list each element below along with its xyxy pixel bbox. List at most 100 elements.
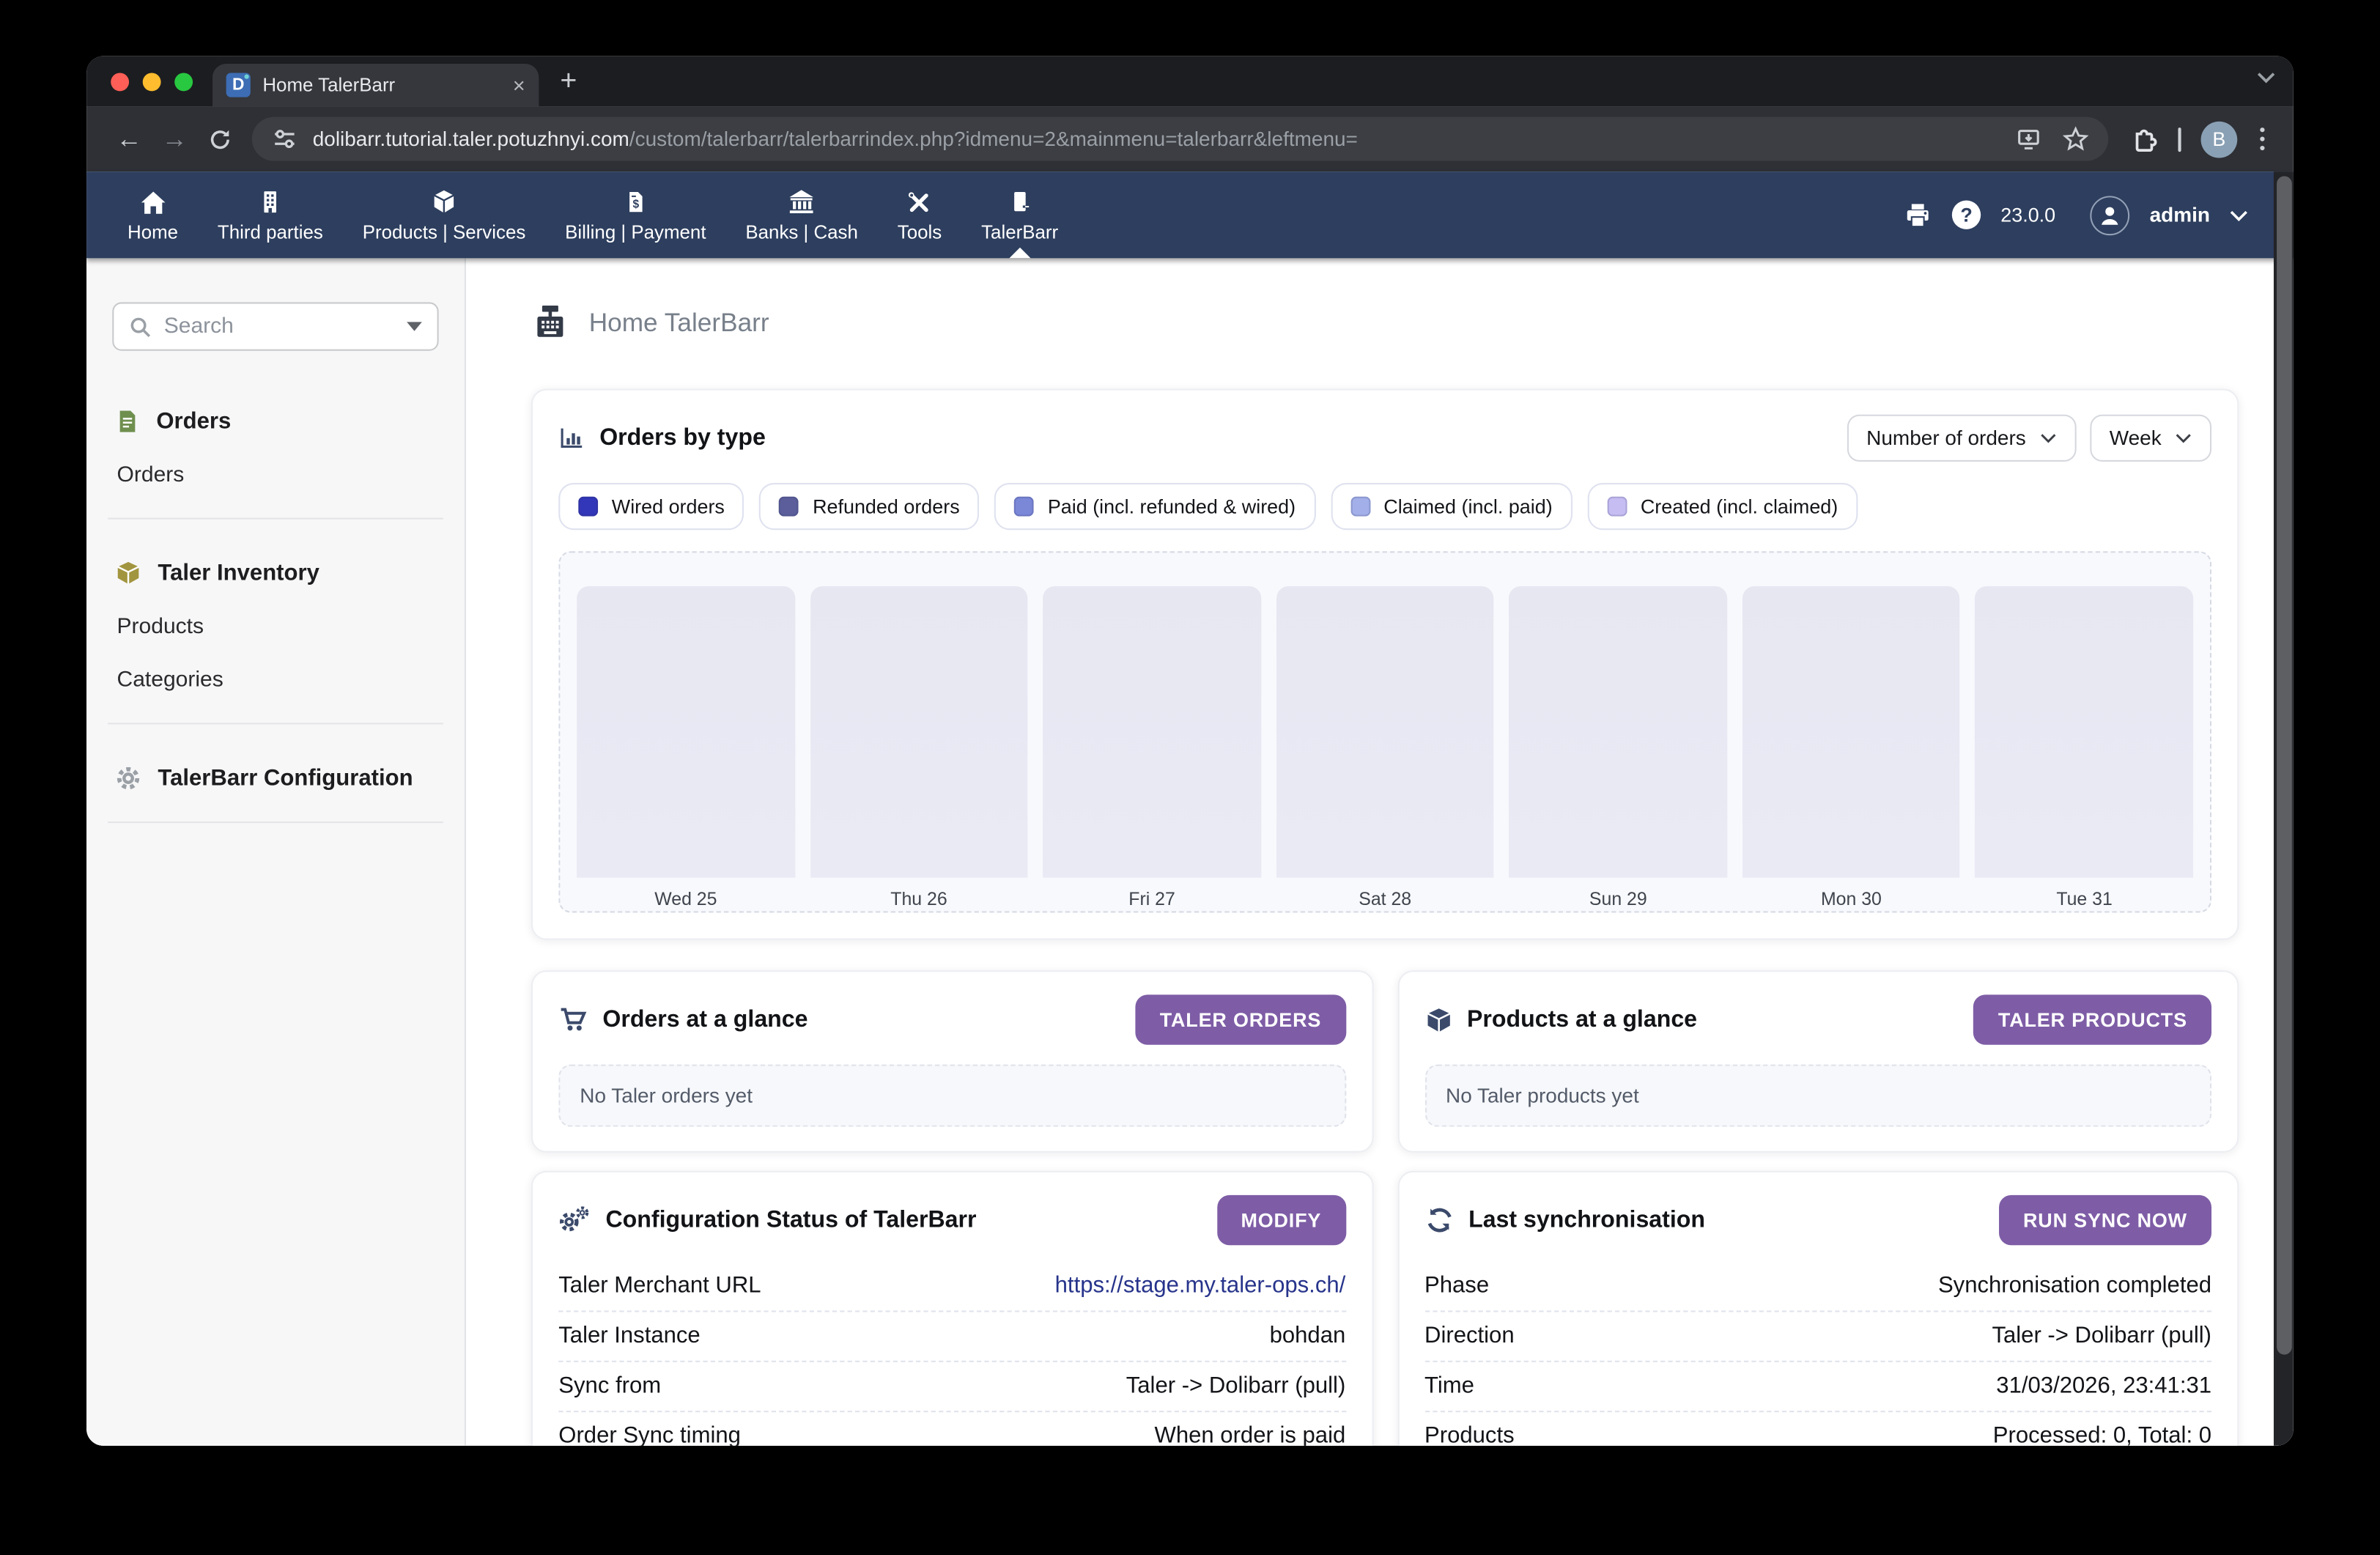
nav-item-home[interactable]: Home xyxy=(108,171,198,258)
legend-item-created[interactable]: Created (incl. claimed) xyxy=(1587,483,1858,530)
config-row-value: bohdan xyxy=(1270,1323,1346,1348)
legend-item-claimed[interactable]: Claimed (incl. paid) xyxy=(1331,483,1572,530)
tab-strip: D Home TalerBarr × + xyxy=(86,56,2294,106)
user-menu-chevron-icon[interactable] xyxy=(2230,209,2248,221)
sidebar-search[interactable] xyxy=(112,302,438,350)
install-app-icon[interactable] xyxy=(2016,126,2041,152)
nav-item-label: Tools xyxy=(898,222,942,243)
menu-kebab-icon[interactable] xyxy=(2257,125,2267,153)
metric-select-value: Number of orders xyxy=(1866,426,2026,449)
chart-category-label: Thu 26 xyxy=(810,878,1027,910)
orders-glance-card: Orders at a glance TALER ORDERS No Taler… xyxy=(531,970,1373,1153)
address-bar[interactable]: dolibarr.tutorial.taler.potuzhnyi.com/cu… xyxy=(252,117,2108,161)
app-top-menu: Home Third parties Products | Services $… xyxy=(86,171,2294,258)
minimize-window-button[interactable] xyxy=(143,73,161,91)
back-icon[interactable]: ← xyxy=(106,117,152,162)
url-text[interactable]: dolibarr.tutorial.taler.potuzhnyi.com/cu… xyxy=(313,128,2000,150)
nav-item-banks-cash[interactable]: Banks | Cash xyxy=(725,171,877,258)
config-row-label: Sync from xyxy=(558,1373,661,1398)
legend-item-paid[interactable]: Paid (incl. refunded & wired) xyxy=(994,483,1315,530)
chart-category-label: Sun 29 xyxy=(1509,878,1727,910)
nav-item-tools[interactable]: Tools xyxy=(878,171,961,258)
run-sync-now-button[interactable]: RUN SYNC NOW xyxy=(1999,1195,2211,1245)
document-icon xyxy=(115,408,139,434)
chart-column xyxy=(1976,586,2193,878)
taler-orders-button[interactable]: TALER ORDERS xyxy=(1136,994,1346,1044)
period-select-value: Week xyxy=(2110,426,2162,449)
nav-item-label: TalerBarr xyxy=(981,222,1058,243)
legend-label: Claimed (incl. paid) xyxy=(1383,495,1552,518)
help-icon[interactable]: ? xyxy=(1952,201,1981,229)
browser-tab[interactable]: D Home TalerBarr × xyxy=(212,64,539,106)
orders-by-type-card: Orders by type Number of orders Week xyxy=(531,389,2239,940)
sidebar-item-products[interactable]: Products xyxy=(117,615,438,639)
sync-row-label: Phase xyxy=(1424,1273,1489,1299)
chart-card-title: Orders by type xyxy=(599,424,766,451)
sidebar-section-taler-inventory[interactable]: Taler Inventory xyxy=(115,561,438,586)
talerbarr-icon xyxy=(1008,187,1031,215)
sync-row: ProductsProcessed: 0, Total: 0 xyxy=(1424,1412,2211,1446)
sidebar-section-title: Orders xyxy=(156,408,231,434)
user-avatar-icon[interactable] xyxy=(2091,195,2130,234)
reload-icon[interactable] xyxy=(197,117,243,162)
home-icon xyxy=(139,187,166,215)
sync-row: Direction Taler -> Dolibarr (pull) xyxy=(1424,1312,2211,1362)
site-info-icon[interactable] xyxy=(272,126,298,152)
page-scrollbar[interactable] xyxy=(2274,171,2294,1446)
extensions-puzzle-icon[interactable] xyxy=(2129,125,2158,153)
nav-item-label: Banks | Cash xyxy=(745,222,858,243)
print-icon[interactable] xyxy=(1904,202,1932,229)
orders-empty-state: No Taler orders yet xyxy=(558,1065,1345,1127)
scrollbar-thumb[interactable] xyxy=(2276,176,2291,1354)
main-content: Home TalerBarr Orders by type Number of … xyxy=(466,258,2294,1446)
chart-column xyxy=(1276,586,1493,878)
nav-item-billing-payment[interactable]: $ Billing | Payment xyxy=(545,171,725,258)
legend-swatch xyxy=(578,497,598,517)
search-icon xyxy=(129,315,152,338)
tab-close-icon[interactable]: × xyxy=(513,75,525,96)
search-dropdown-caret-icon[interactable] xyxy=(407,322,422,330)
legend-item-refunded[interactable]: Refunded orders xyxy=(760,483,980,530)
gears-icon xyxy=(558,1205,590,1234)
chart-category-label: Wed 25 xyxy=(577,878,794,910)
sync-row-label: Direction xyxy=(1424,1323,1515,1348)
search-input[interactable] xyxy=(164,314,395,339)
bookmark-star-icon[interactable] xyxy=(2063,126,2088,152)
tab-title: Home TalerBarr xyxy=(262,75,500,96)
sidebar-item-categories[interactable]: Categories xyxy=(117,668,438,692)
modify-button[interactable]: MODIFY xyxy=(1216,1195,1345,1245)
metric-select[interactable]: Number of orders xyxy=(1847,415,2076,462)
period-select[interactable]: Week xyxy=(2090,415,2211,462)
product-box-icon xyxy=(1424,1006,1452,1033)
close-window-button[interactable] xyxy=(111,73,129,91)
config-row: Order Sync timingWhen order is paid xyxy=(558,1412,1345,1446)
sidebar-item-orders[interactable]: Orders xyxy=(117,463,438,487)
merchant-url-link[interactable]: https://stage.my.taler-ops.ch/ xyxy=(1055,1273,1346,1299)
nav-item-products-services[interactable]: Products | Services xyxy=(343,171,545,258)
sidebar-section-talerbarr-configuration[interactable]: TalerBarr Configuration xyxy=(115,765,438,791)
tab-search-chevron-icon[interactable] xyxy=(2257,71,2275,84)
new-tab-button[interactable]: + xyxy=(560,65,577,99)
nav-item-talerbarr[interactable]: TalerBarr xyxy=(961,171,1078,258)
chevron-down-icon xyxy=(2175,433,2192,444)
maximize-window-button[interactable] xyxy=(174,73,193,91)
legend-item-wired[interactable]: Wired orders xyxy=(558,483,744,530)
config-row: Taler Instancebohdan xyxy=(558,1312,1345,1362)
user-menu[interactable]: admin xyxy=(2150,204,2210,226)
legend-label: Created (incl. claimed) xyxy=(1641,495,1838,518)
taler-products-button[interactable]: TALER PRODUCTS xyxy=(1974,994,2211,1044)
nav-item-third-parties[interactable]: Third parties xyxy=(198,171,343,258)
sync-row-label: Time xyxy=(1424,1373,1474,1398)
browser-profile-avatar[interactable]: B xyxy=(2201,121,2238,158)
legend-label: Paid (incl. refunded & wired) xyxy=(1048,495,1296,518)
bank-icon xyxy=(788,187,816,215)
sync-row-value: Processed: 0, Total: 0 xyxy=(1993,1423,2211,1446)
chart-category-label: Sat 28 xyxy=(1276,878,1493,910)
desktop-background: D Home TalerBarr × + ← → xyxy=(0,0,2380,1555)
bar-chart-icon xyxy=(558,425,584,451)
forward-icon[interactable]: → xyxy=(152,117,197,162)
products-cube-icon xyxy=(431,187,457,215)
sync-row-value: Taler -> Dolibarr (pull) xyxy=(1992,1323,2211,1348)
cart-icon xyxy=(558,1006,587,1033)
sidebar-section-orders[interactable]: Orders xyxy=(115,408,438,434)
